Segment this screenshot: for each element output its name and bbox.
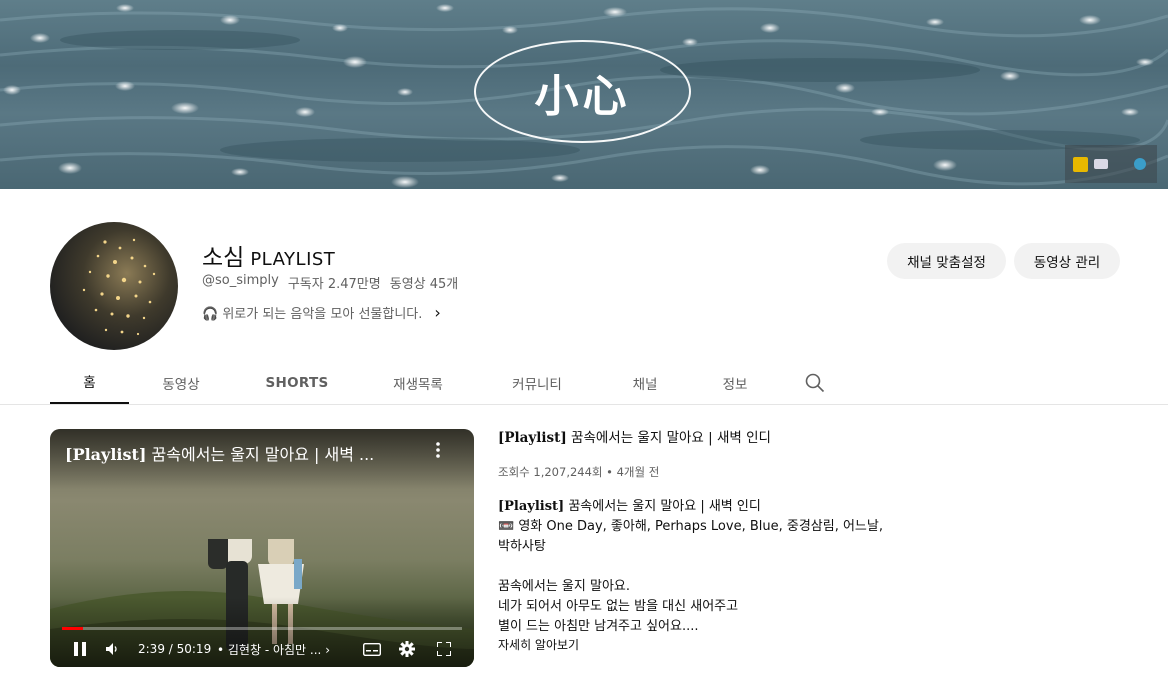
tab-videos[interactable]: 동영상: [129, 360, 233, 405]
tab-home[interactable]: 홈: [50, 360, 129, 405]
progress-bar[interactable]: [62, 627, 462, 630]
volume-glyph: [106, 643, 117, 655]
channel-banner: 小心: [0, 0, 1168, 189]
banner-logo: 小心: [474, 40, 691, 143]
avatar-image: [82, 238, 156, 336]
description-line: 📼 영화 One Day, 좋아해, Perhaps Love, Blue, 중…: [498, 519, 883, 534]
description-line: 별이 드는 아침만 남겨주고 싶어요....: [498, 619, 699, 634]
mail-icon[interactable]: [1094, 159, 1108, 169]
featured-video-description: [Playlist] 꿈속에서는 울지 말아요 | 새벽 인디 📼 영화 One…: [498, 497, 918, 653]
more-vert-icon[interactable]: [428, 441, 448, 463]
chevron-right-icon: ›: [434, 303, 441, 322]
channel-description[interactable]: 🎧 위로가 되는 음악을 모아 선물합니다. ›: [202, 303, 441, 322]
channel-handle: @so_simply: [202, 273, 279, 288]
video-count: 동영상 45개: [389, 277, 459, 292]
banner-logo-text: 小心: [534, 70, 631, 122]
player-controls: 2:39 / 50:19 • 김현창 - 아침만 ... ›: [50, 635, 474, 663]
banner-links: [1065, 145, 1157, 183]
fullscreen-glyph: [437, 642, 451, 656]
chapter-title[interactable]: • 김현창 - 아침만 ... ›: [217, 641, 377, 658]
tab-channels[interactable]: 채널: [599, 360, 691, 405]
channel-title: 소심 PLAYLIST: [202, 238, 335, 272]
channel-description-text: 🎧 위로가 되는 음악을 모아 선물합니다.: [202, 307, 423, 322]
featured-video-stats: 조회수 1,207,244회 • 4개월 전: [498, 465, 660, 479]
player-title-text: 꿈속에서는 울지 말아요 | 새벽 ...: [146, 445, 375, 464]
player-title-prefix: [Playlist]: [65, 445, 147, 464]
pause-icon[interactable]: [72, 640, 88, 658]
channel-tabs: 홈 동영상 SHORTS 재생목록 커뮤니티 채널 정보: [50, 360, 851, 405]
read-more-link[interactable]: 자세히 알아보기: [498, 637, 918, 653]
settings-gear-icon[interactable]: [398, 640, 416, 658]
featured-video-title[interactable]: [Playlist] 꿈속에서는 울지 말아요 | 새벽 인디: [498, 429, 918, 447]
description-line: 박하사탕: [498, 539, 546, 554]
customize-channel-button[interactable]: 채널 맞춤설정: [887, 243, 1006, 279]
channel-meta: @so_simply 구독자 2.47만명 동영상 45개: [202, 273, 458, 292]
featured-video-player[interactable]: [Playlist] 꿈속에서는 울지 말아요 | 새벽 ... 2:39 / …: [50, 429, 474, 667]
channel-title-hangul: 소심: [202, 245, 245, 271]
channel-title-latin: PLAYLIST: [250, 249, 336, 270]
description-prefix: [Playlist]: [498, 499, 565, 514]
gear-glyph: [399, 641, 415, 657]
featured-title-prefix: [Playlist]: [498, 430, 567, 446]
chevron-right-icon: ›: [325, 642, 330, 657]
subtitles-glyph: [363, 642, 381, 656]
player-title[interactable]: [Playlist] 꿈속에서는 울지 말아요 | 새벽 ...: [65, 441, 425, 465]
tab-community[interactable]: 커뮤니티: [475, 360, 599, 405]
subtitles-icon[interactable]: [362, 641, 382, 657]
chapter-text: • 김현창 - 아침만 ...: [217, 642, 322, 657]
channel-avatar[interactable]: [50, 222, 178, 350]
more-vert-glyph: [436, 442, 440, 458]
tab-playlists[interactable]: 재생목록: [361, 360, 475, 405]
time-display: 2:39 / 50:19: [138, 642, 212, 656]
featured-title-text: 꿈속에서는 울지 말아요 | 새벽 인디: [566, 430, 771, 446]
featured-video-info: [Playlist] 꿈속에서는 울지 말아요 | 새벽 인디 조회수 1,20…: [498, 429, 918, 653]
globe-icon[interactable]: [1134, 158, 1146, 170]
tabs-divider: [0, 404, 1168, 405]
link-icon[interactable]: [1073, 156, 1088, 172]
tab-shorts[interactable]: SHORTS: [233, 360, 361, 405]
description-line: 꿈속에서는 울지 말아요.: [498, 579, 630, 594]
description-line: 네가 되어서 아무도 없는 밤을 대신 새어주고: [498, 599, 739, 614]
subscriber-count: 구독자 2.47만명: [287, 277, 381, 292]
volume-icon[interactable]: [105, 641, 121, 657]
progress-played: [62, 627, 84, 630]
fullscreen-icon[interactable]: [435, 640, 453, 658]
manage-videos-button[interactable]: 동영상 관리: [1014, 243, 1120, 279]
description-text: 꿈속에서는 울지 말아요 | 새벽 인디: [564, 499, 761, 514]
search-icon-glyph: [805, 373, 825, 392]
tab-about[interactable]: 정보: [691, 360, 779, 405]
pause-glyph: [74, 642, 86, 656]
search-icon[interactable]: [779, 360, 851, 405]
description-line: [Playlist] 꿈속에서는 울지 말아요 | 새벽 인디: [498, 497, 918, 517]
